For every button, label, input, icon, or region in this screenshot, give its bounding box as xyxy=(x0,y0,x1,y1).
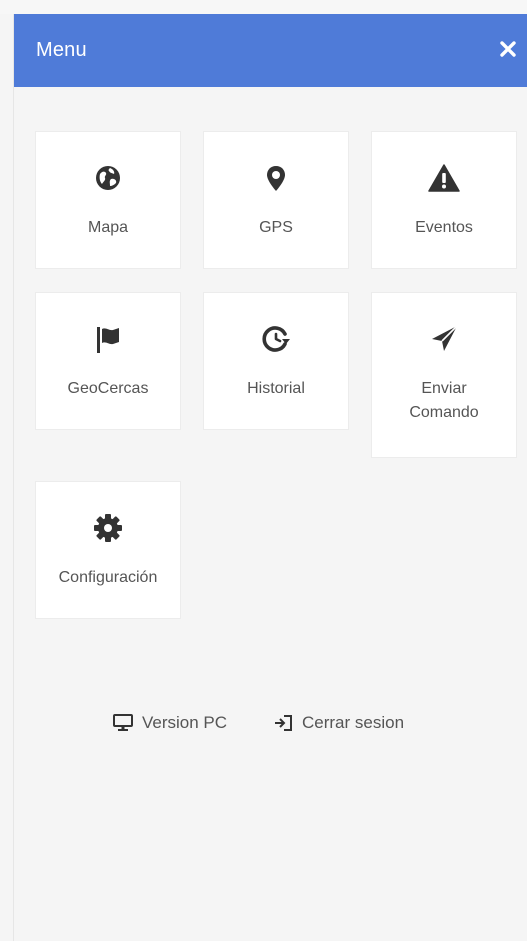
menu-item-mapa[interactable]: Mapa xyxy=(35,131,181,269)
monitor-icon xyxy=(113,714,133,731)
flag-icon xyxy=(97,327,119,353)
menu-item-configuracion[interactable]: Configuración xyxy=(35,481,181,619)
menu-item-label: Eventos xyxy=(415,219,473,236)
footer-links: Version PC Cerrar sesion xyxy=(0,708,527,738)
menu-panel: Mapa GPS Eventos GeoCercas Historial Env… xyxy=(14,87,527,941)
menu-item-label: Historial xyxy=(247,380,305,397)
menu-item-label: GeoCercas xyxy=(67,380,149,397)
menu-item-gps[interactable]: GPS xyxy=(203,131,349,269)
menu-header: Menu xyxy=(14,14,527,87)
logout-label: Cerrar sesion xyxy=(302,713,405,732)
menu-item-label: GPS xyxy=(259,219,293,236)
menu-item-historial[interactable]: Historial xyxy=(203,292,349,430)
version-pc-label: Version PC xyxy=(142,713,228,732)
send-icon xyxy=(432,325,458,351)
warning-icon xyxy=(428,164,460,192)
menu-item-eventos[interactable]: Eventos xyxy=(371,131,517,269)
menu-item-label: Mapa xyxy=(87,219,129,236)
close-button[interactable] xyxy=(495,36,521,62)
menu-screen: Menu Mapa GPS Eventos GeoCercas Historia… xyxy=(0,0,527,941)
menu-title: Menu xyxy=(36,39,87,61)
menu-item-geocercas[interactable]: GeoCercas xyxy=(35,292,181,430)
version-pc-link[interactable]: Version PC xyxy=(113,708,227,738)
history-icon xyxy=(262,326,290,352)
logout-link[interactable]: Cerrar sesion xyxy=(273,708,404,738)
menu-item-label: Enviar Comando xyxy=(409,380,479,421)
globe-icon xyxy=(96,166,120,190)
map-pin-icon xyxy=(267,166,285,191)
sign-out-icon xyxy=(275,715,292,731)
menu-item-label: Configuración xyxy=(58,569,158,586)
gear-icon xyxy=(94,514,122,542)
close-icon xyxy=(500,41,516,57)
top-strip xyxy=(0,0,527,14)
menu-item-enviar-comando[interactable]: Enviar Comando xyxy=(371,292,517,458)
